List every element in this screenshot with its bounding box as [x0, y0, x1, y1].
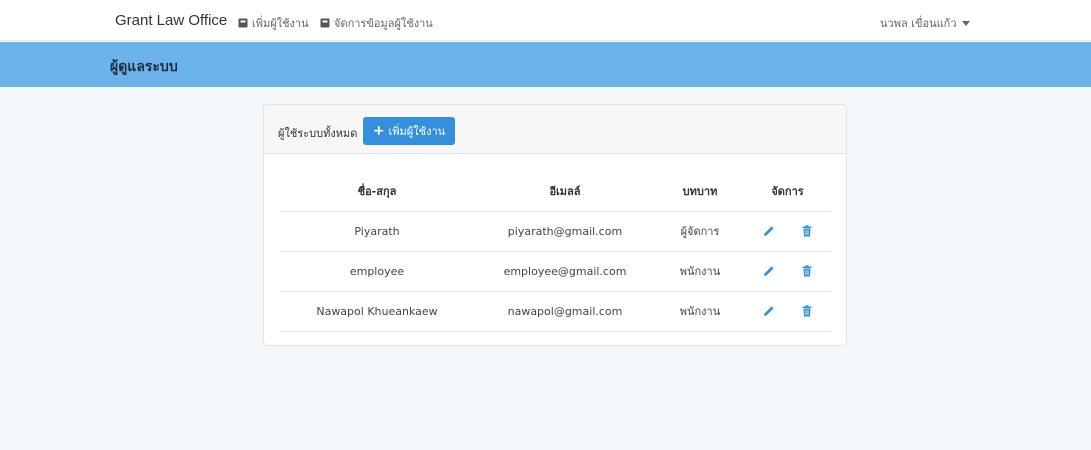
- page-banner: ผู้ดูแลระบบ: [0, 42, 1091, 87]
- header-manage: จัดการ: [744, 172, 831, 212]
- cell-actions: [744, 291, 831, 332]
- add-user-button-label: เพิ่มผู้ใช้งาน: [388, 125, 446, 138]
- nav-link-manage-users-label: จัดการข้อมูลผู้ใช้งาน: [334, 17, 433, 30]
- top-navbar: Grant Law Office เพิ่มผู้ใช้งาน จัดการข้…: [0, 0, 1091, 41]
- pencil-icon[interactable]: [763, 305, 775, 317]
- user-name: นวพล เขื่อนแก้ว: [880, 17, 957, 30]
- brand-name[interactable]: Grant Law Office: [115, 12, 227, 29]
- user-dropdown[interactable]: นวพล เขื่อนแก้ว: [880, 14, 970, 32]
- plus-icon: +: [372, 123, 385, 139]
- table-row: employee employee@gmail.com พนักงาน: [280, 251, 831, 292]
- cell-email: piyarath@gmail.com: [474, 211, 656, 252]
- header-email: อีเมลล์: [474, 172, 656, 212]
- cell-role: ผู้จัดการ: [656, 211, 744, 252]
- cell-actions: [744, 251, 831, 292]
- trash-icon[interactable]: [801, 265, 813, 277]
- cell-actions: [744, 211, 831, 252]
- trash-icon[interactable]: [801, 225, 813, 237]
- cell-name: Piyarath: [280, 211, 474, 252]
- pencil-icon[interactable]: [763, 265, 775, 277]
- nav-link-add-user[interactable]: เพิ่มผู้ใช้งาน: [238, 14, 309, 32]
- square-icon: [320, 18, 330, 28]
- pencil-icon[interactable]: [763, 225, 775, 237]
- card-header: ผู้ใช้ระบบทั้งหมด + เพิ่มผู้ใช้งาน: [264, 105, 846, 154]
- header-name: ชื่อ-สกุล: [280, 172, 474, 212]
- square-icon: [238, 18, 248, 28]
- users-table: ชื่อ-สกุล อีเมลล์ บทบาท จัดการ Piyarath …: [280, 172, 831, 332]
- table-row: Piyarath piyarath@gmail.com ผู้จัดการ: [280, 211, 831, 252]
- table-header-row: ชื่อ-สกุล อีเมลล์ บทบาท จัดการ: [280, 172, 831, 212]
- caret-down-icon: [961, 20, 970, 26]
- page-title: ผู้ดูแลระบบ: [110, 59, 178, 75]
- nav-link-manage-users[interactable]: จัดการข้อมูลผู้ใช้งาน: [320, 14, 433, 32]
- cell-role: พนักงาน: [656, 291, 744, 332]
- add-user-button[interactable]: + เพิ่มผู้ใช้งาน: [363, 117, 455, 145]
- nav-link-add-user-label: เพิ่มผู้ใช้งาน: [252, 17, 309, 30]
- cell-name: Nawapol Khueankaew: [280, 291, 474, 332]
- cell-email: nawapol@gmail.com: [474, 291, 656, 332]
- cell-role: พนักงาน: [656, 251, 744, 292]
- table-row: Nawapol Khueankaew nawapol@gmail.com พนั…: [280, 291, 831, 332]
- header-role: บทบาท: [656, 172, 744, 212]
- card-header-label: ผู้ใช้ระบบทั้งหมด: [278, 127, 358, 140]
- trash-icon[interactable]: [801, 305, 813, 317]
- cell-email: employee@gmail.com: [474, 251, 656, 292]
- users-card: ผู้ใช้ระบบทั้งหมด + เพิ่มผู้ใช้งาน ชื่อ-…: [263, 104, 847, 346]
- cell-name: employee: [280, 251, 474, 292]
